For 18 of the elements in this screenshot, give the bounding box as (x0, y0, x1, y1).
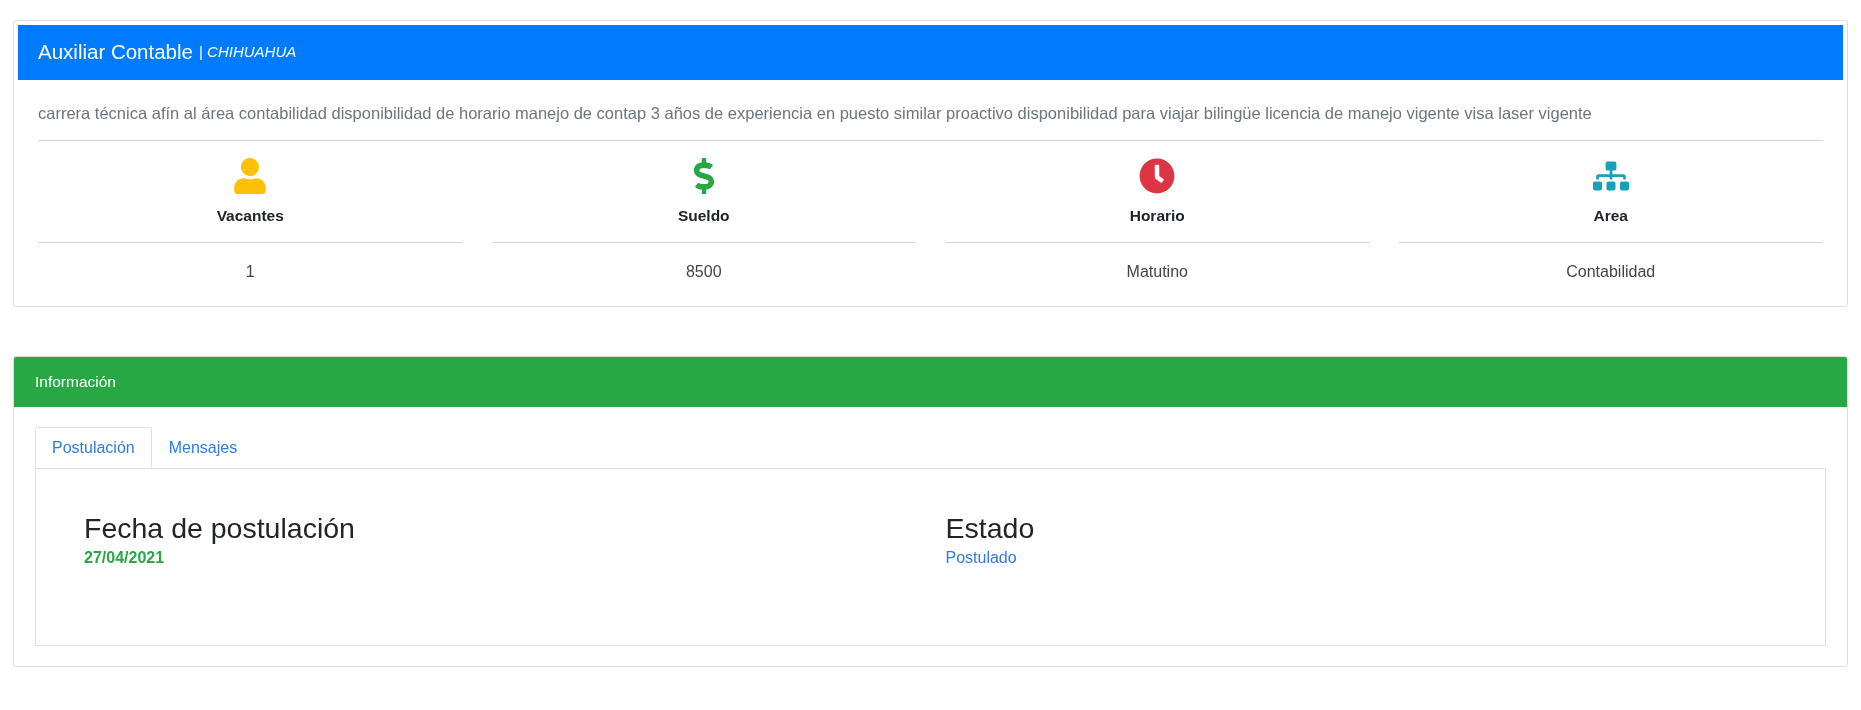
stat-value: Matutino (1126, 262, 1188, 282)
stat-label: Horario (1129, 206, 1185, 226)
field-label: Estado (945, 511, 1036, 546)
stat-label: Area (1593, 206, 1628, 226)
tab[interactable]: Mensajes (151, 427, 255, 468)
stat-value: 8500 (685, 262, 722, 282)
tab[interactable]: Postulación (35, 427, 152, 468)
field-value: Postulado (945, 548, 1018, 568)
field-value: 27/04/2021 (84, 548, 166, 568)
job-title: Auxiliar Contable (38, 39, 193, 66)
stat-value: Contabilidad (1566, 262, 1656, 282)
stat-label: Vacantes (216, 206, 284, 226)
job-location: | CHIHUAHUA (199, 42, 297, 63)
info-title: Información (35, 372, 116, 393)
stat-value: 1 (245, 262, 255, 282)
stat-label: Sueldo (677, 206, 730, 226)
job-description: carrera técnica afín al área contabilidad disponibilidad de horario manejo de contap 3 años de experiencia en puesto similar proactivo disponibilidad para viajar bilingüe licencia de manejo vigente visa laser vigente (38, 103, 1593, 124)
field-label: Fecha de postulación (84, 511, 356, 546)
